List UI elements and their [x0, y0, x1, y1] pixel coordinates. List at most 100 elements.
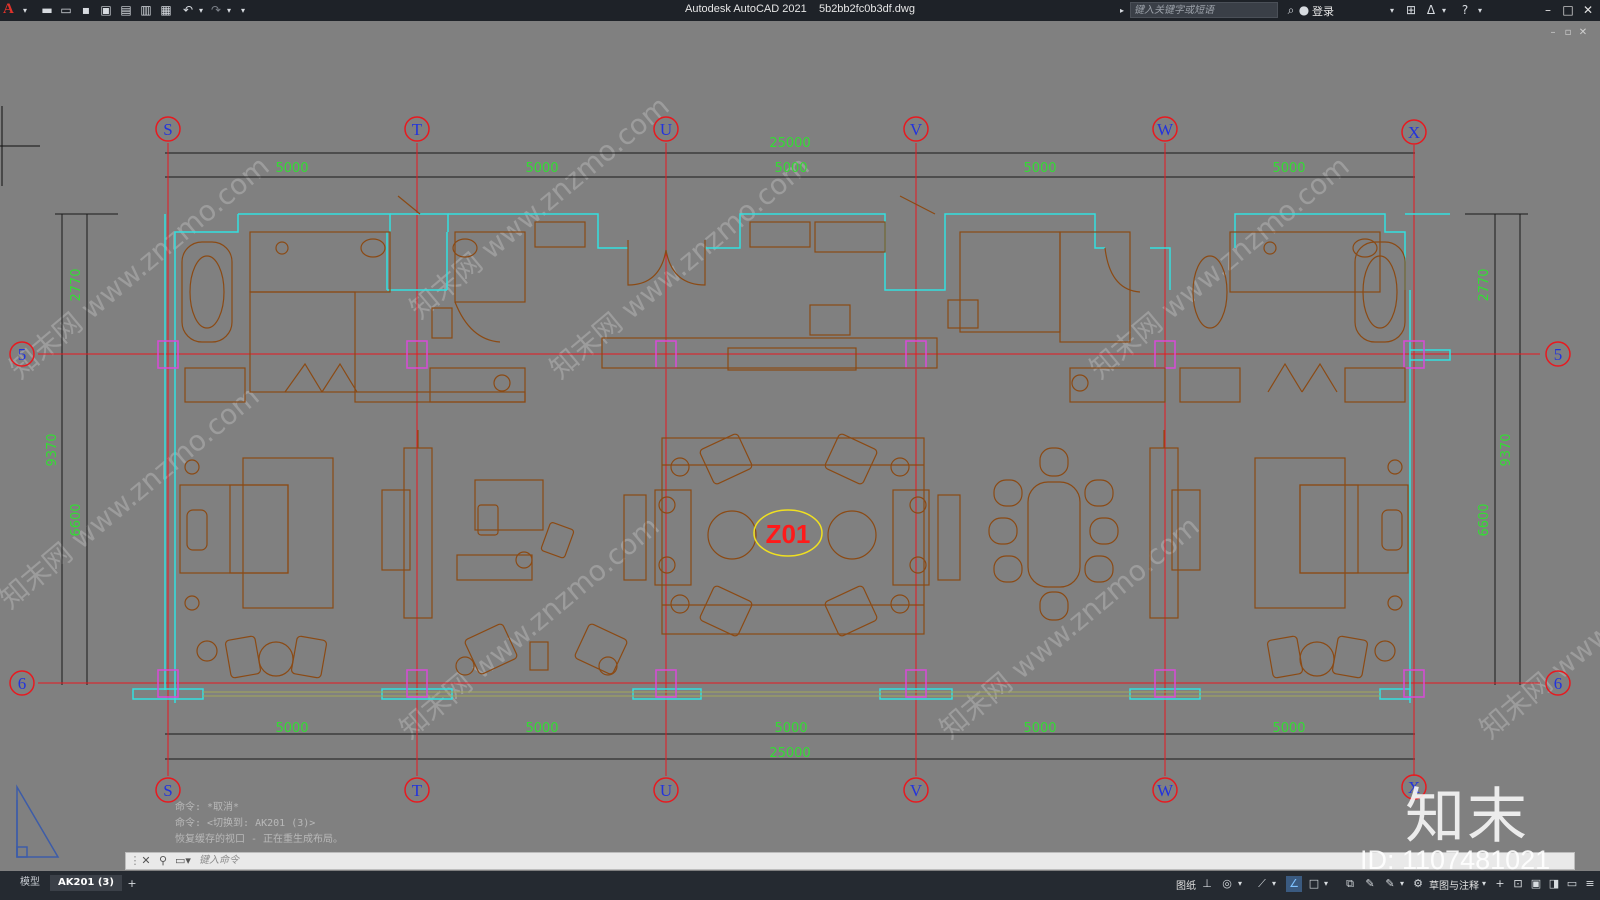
polar-tracking-icon[interactable]: ∠	[1286, 876, 1302, 892]
workspace-gear-icon[interactable]: ⚙	[1410, 876, 1426, 892]
close-button[interactable]: ✕	[1578, 2, 1598, 18]
grid-label-bottom: W	[1157, 781, 1174, 800]
clean-screen-icon[interactable]: ▭	[1564, 876, 1580, 892]
maximize-button[interactable]: □	[1558, 2, 1578, 18]
open-from-web-icon[interactable]: ▤	[119, 3, 133, 17]
redo-dropdown-icon[interactable]: ▾	[225, 3, 233, 17]
command-close-icon[interactable]: ✕	[138, 854, 154, 868]
app-menu-chevron-icon[interactable]: ▾	[20, 3, 30, 17]
account-dropdown-icon[interactable]: ▾	[1440, 3, 1448, 17]
recent-commands-icon[interactable]: ▭▾	[172, 854, 194, 868]
minimize-button[interactable]: –	[1538, 2, 1558, 18]
dim-top-total: 25000	[769, 136, 810, 151]
customize-quick-access-icon[interactable]: ▾	[238, 3, 248, 17]
drawing-canvas[interactable]: 知末网 www.znzmo.com 知末网 www.znzmo.com 知末网 …	[0, 21, 1600, 871]
ortho-dropdown-icon[interactable]: ▾	[1270, 876, 1278, 892]
annotation-scale-icon[interactable]: ✎	[1362, 876, 1378, 892]
command-history-line: 命令: <切换到: AK201 (3)>	[175, 818, 316, 829]
save-to-web-icon[interactable]: ▥	[139, 3, 153, 17]
tab-layout-ak201[interactable]: AK201 (3)	[50, 875, 122, 891]
grid-label-right: 6	[1554, 674, 1563, 693]
command-history-line: 恢复缓存的视口 - 正在重生成布局。	[175, 834, 344, 845]
window-glazing	[203, 691, 1380, 697]
plot-icon[interactable]: ▦	[159, 3, 173, 17]
workspace-switcher[interactable]: 草图与注释	[1429, 877, 1479, 892]
autocad-logo-icon[interactable]: A	[3, 1, 14, 18]
isolate-objects-icon[interactable]: ◨	[1546, 876, 1562, 892]
quick-properties-icon[interactable]: ▣	[1528, 876, 1544, 892]
dim-bottom-total: 25000	[769, 746, 810, 761]
undo-dropdown-icon[interactable]: ▾	[197, 3, 205, 17]
grid-label-top: U	[660, 120, 672, 139]
tab-model[interactable]: 模型	[12, 875, 48, 891]
help-dropdown-icon[interactable]: ▾	[1476, 3, 1484, 17]
annotation-auto-icon[interactable]: ✎	[1382, 876, 1398, 892]
search-input[interactable]: 键入关键字或短语	[1130, 2, 1278, 18]
command-input[interactable]: 键入命令	[199, 854, 239, 868]
annotation-dropdown-icon[interactable]: ▾	[1398, 876, 1406, 892]
open-file-icon[interactable]: ▭	[59, 3, 73, 17]
watermark-layer: 知末网 www.znzmo.com 知末网 www.znzmo.com 知末网 …	[0, 89, 1600, 745]
ortho-icon[interactable]: ⟋	[1254, 876, 1270, 892]
dim-right-upper: 2770	[1477, 268, 1492, 301]
room-tag[interactable]: Z01	[753, 509, 823, 557]
room-tag-label: Z01	[766, 519, 811, 549]
command-customize-icon[interactable]: ⚲	[155, 854, 171, 868]
dim-bottom-span: 5000	[525, 721, 558, 736]
search-icon[interactable]: ⌕	[1284, 3, 1298, 17]
command-history-line: 命令: *取消*	[175, 802, 240, 813]
annotation-visibility-icon[interactable]: ⧉	[1342, 876, 1358, 892]
annotation-monitor-icon[interactable]: +	[1492, 876, 1508, 892]
grid-label-top: T	[412, 120, 423, 139]
search-expand-icon[interactable]: ▸	[1118, 3, 1126, 17]
title-bar: A ▾ ▬ ▭ ▪ ▣ ▤ ▥ ▦ ↶ ▾ ↷ ▾ ▾ Autodesk Aut…	[0, 0, 1600, 21]
grid-label-bottom: U	[660, 781, 672, 800]
ucs-icon	[16, 784, 60, 858]
object-snap-icon[interactable]: □	[1306, 876, 1322, 892]
new-file-icon[interactable]: ▬	[40, 3, 54, 17]
dim-right-outer: 9370	[1499, 433, 1514, 466]
redo-icon[interactable]: ↷	[209, 3, 223, 17]
command-history: 命令: *取消* 命令: <切换到: AK201 (3)> 恢复缓存的视口 - …	[175, 800, 343, 848]
dim-top-span: 5000	[275, 161, 308, 176]
autodesk-account-icon[interactable]: Δ	[1424, 3, 1438, 17]
dim-right-lower: 6600	[1477, 503, 1492, 536]
watermark-logo: 知末	[1405, 782, 1529, 852]
dim-left-outer: 9370	[45, 433, 60, 466]
help-icon[interactable]: ?	[1458, 3, 1472, 17]
undo-icon[interactable]: ↶	[181, 3, 195, 17]
user-icon[interactable]: ●	[1298, 3, 1310, 17]
watermark-text: 知末网 www.znzmo.com	[393, 509, 665, 745]
crosshair-cursor	[0, 106, 40, 186]
watermark-text: 知末网 www.znzmo.com	[1083, 149, 1355, 385]
add-layout-icon[interactable]: +	[124, 876, 140, 892]
save-as-icon[interactable]: ▣	[99, 3, 113, 17]
dimension-lines	[55, 152, 1528, 760]
customize-statusbar-icon[interactable]: ≡	[1582, 876, 1598, 892]
dim-left-upper: 2770	[69, 268, 84, 301]
sign-in-dropdown-icon[interactable]: ▾	[1388, 3, 1396, 17]
object-snap-dropdown-icon[interactable]: ▾	[1322, 876, 1330, 892]
grid-icon[interactable]: ⊥	[1199, 876, 1215, 892]
snap-icon[interactable]: ◎	[1219, 876, 1235, 892]
autodesk-app-store-icon[interactable]: ⊞	[1404, 3, 1418, 17]
watermark-text: 知末网 www.znzmo.com	[1473, 509, 1600, 745]
dim-bottom-span: 5000	[1272, 721, 1305, 736]
command-line: ⋮ ✕ ⚲ ▭▾ 键入命令	[125, 852, 1575, 870]
workspace-dropdown-icon[interactable]: ▾	[1480, 876, 1488, 892]
sign-in-label[interactable]: 登录	[1312, 3, 1334, 19]
grid-label-top: V	[910, 120, 923, 139]
grid-label-left: 6	[18, 674, 27, 693]
grid-label-top: S	[163, 120, 172, 139]
watermark-text: 知末网 www.znzmo.com	[3, 149, 275, 385]
dim-bottom-span: 5000	[774, 721, 807, 736]
save-icon[interactable]: ▪	[79, 3, 93, 17]
paper-space-toggle[interactable]: 图纸	[1176, 877, 1196, 892]
units-icon[interactable]: ⊡	[1510, 876, 1526, 892]
grid-axes	[38, 143, 1540, 776]
dim-bottom-span: 5000	[275, 721, 308, 736]
snap-dropdown-icon[interactable]: ▾	[1236, 876, 1244, 892]
dim-top-span: 5000	[1272, 161, 1305, 176]
grid-label-bottom: V	[910, 781, 923, 800]
status-bar: 模型 AK201 (3) + 图纸 ⊥ ◎ ▾ ⟋ ▾ ∠ □ ▾ ⧉ ✎ ✎ …	[0, 871, 1600, 900]
